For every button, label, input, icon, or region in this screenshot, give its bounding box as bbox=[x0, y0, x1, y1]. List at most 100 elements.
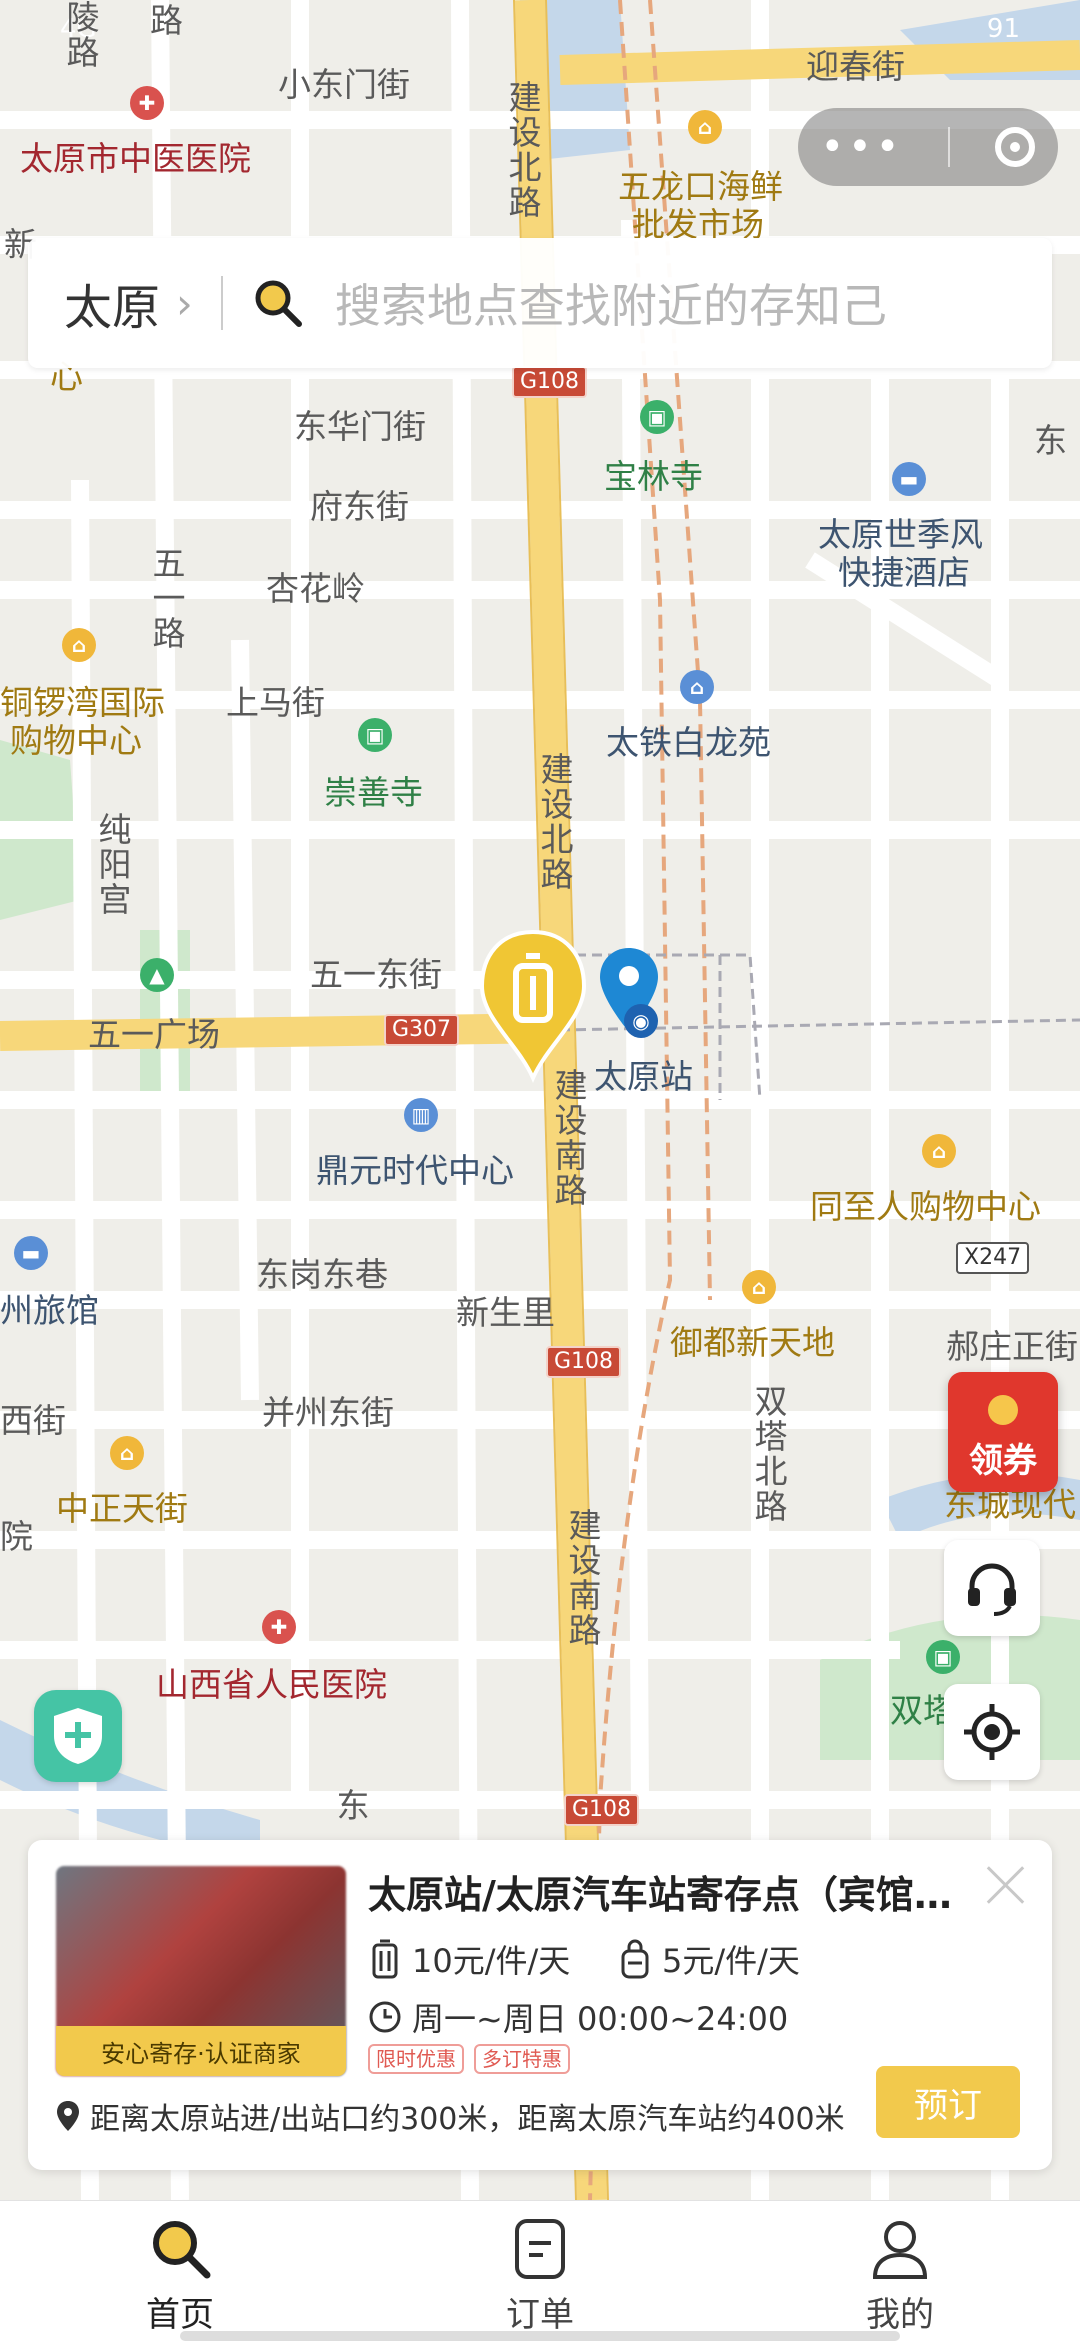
poi-label: 五龙口海鲜 bbox=[618, 167, 783, 206]
poi-label: 宝林寺 bbox=[604, 457, 703, 496]
map-label: 小东门街 bbox=[278, 65, 410, 104]
tab-orders[interactable]: 订单 bbox=[360, 2201, 720, 2341]
poi-label: 铜锣湾国际 bbox=[0, 683, 165, 722]
hospital-icon: ✚ bbox=[262, 1610, 296, 1644]
miniprogram-capsule: ••• bbox=[798, 108, 1058, 186]
poi-label: 太原站 bbox=[594, 1057, 693, 1096]
map-label: 杏花岭 bbox=[266, 569, 365, 608]
shop-icon: ⌂ bbox=[110, 1436, 144, 1470]
map-label: 东岗东巷 bbox=[256, 1255, 388, 1294]
tab-label: 订单 bbox=[506, 2295, 574, 2335]
tab-home[interactable]: 首页 bbox=[0, 2201, 360, 2341]
search-input[interactable]: 搜索地点查找附近的存知己 bbox=[335, 270, 887, 336]
store-address: 距离太原站进/出站口约300米，距离太原汽车站约400米 bbox=[56, 2094, 846, 2138]
headset-icon bbox=[968, 1563, 1016, 1616]
coupon-seal-icon bbox=[988, 1395, 1018, 1425]
coupon-label: 领券 bbox=[969, 1441, 1037, 1481]
close-icon[interactable] bbox=[980, 1860, 1030, 1910]
store-card[interactable]: 安心寄存·认证商家 太原站/太原汽车站寄存点（宾馆前台） 10元/件/天 5元/… bbox=[28, 1840, 1052, 2170]
map-pin-icon bbox=[57, 2101, 79, 2131]
poi-label: 同至人购物中心 bbox=[810, 1187, 1041, 1226]
poi-label: 鼎元时代中心 bbox=[316, 1151, 514, 1190]
road-shield: X247 bbox=[956, 1242, 1030, 1275]
map-label: 建设北路 bbox=[503, 80, 542, 220]
map-label: 建设南路 bbox=[563, 1508, 602, 1648]
more-dots-icon[interactable]: ••• bbox=[821, 124, 904, 170]
shop-icon: ⌂ bbox=[688, 110, 722, 144]
tab-bar: 首页 订单 我的 bbox=[0, 2200, 1080, 2341]
temple-icon: ▣ bbox=[358, 718, 392, 752]
promo-tag: 限时优惠 bbox=[368, 2044, 464, 2074]
clock-icon bbox=[369, 2001, 401, 2033]
search-icon bbox=[153, 2221, 211, 2279]
poi-label: 购物中心 bbox=[10, 721, 142, 760]
map-label: 新生里 bbox=[456, 1293, 555, 1332]
address-text: 距离太原站进/出站口约300米，距离太原汽车站约400米 bbox=[90, 2102, 845, 2137]
poi-label: 州旅馆 bbox=[0, 1291, 99, 1330]
bag-icon bbox=[621, 1939, 649, 1979]
battery-text: 91 bbox=[986, 14, 1020, 44]
map-label: 东华门街 bbox=[294, 407, 426, 446]
poi-label: 御都新天地 bbox=[670, 1323, 835, 1362]
map-label: 上马街 bbox=[226, 683, 325, 722]
park-icon: ▲ bbox=[140, 958, 174, 992]
shield-plus-icon bbox=[54, 1708, 102, 1764]
map-label: 建设北路 bbox=[535, 752, 574, 892]
suitcase-icon bbox=[372, 1939, 398, 1979]
store-title[interactable]: 太原站/太原汽车站寄存点（宾馆前台） bbox=[368, 1864, 968, 1919]
tab-label: 我的 bbox=[866, 2295, 934, 2335]
promo-tags: 限时优惠 多订特惠 bbox=[368, 2044, 570, 2074]
map-label: 并州东街 bbox=[262, 1393, 394, 1432]
city-selector[interactable]: 太原 bbox=[64, 268, 160, 338]
residence-icon: ⌂ bbox=[680, 670, 714, 704]
user-icon bbox=[872, 2221, 928, 2279]
map-label: 五一东街 bbox=[310, 955, 442, 994]
map-label: 东 bbox=[331, 1788, 370, 1823]
map-label: 迎春街 bbox=[806, 47, 905, 86]
poi-label: 山西省人民医院 bbox=[156, 1665, 387, 1704]
target-ring-icon[interactable] bbox=[995, 127, 1036, 167]
poi-label: 太原市中医医院 bbox=[20, 139, 251, 178]
hotel-icon: ▬ bbox=[892, 462, 926, 496]
certified-badge: 安心寄存·认证商家 bbox=[56, 2026, 346, 2076]
poi-label: 崇善寺 bbox=[324, 773, 423, 812]
map-label: 五一广场 bbox=[88, 1015, 220, 1054]
capsule-divider bbox=[948, 127, 951, 167]
small-luggage-price: 5元/件/天 bbox=[618, 1936, 800, 1982]
building-icon: ▥ bbox=[404, 1098, 438, 1132]
chevron-right-icon: › bbox=[176, 278, 193, 328]
shop-icon: ⌂ bbox=[922, 1134, 956, 1168]
poi-label: 太原世季风 bbox=[818, 515, 983, 554]
small-price-text: 5元/件/天 bbox=[662, 1942, 800, 1980]
opening-hours: 周一~周日 00:00~24:00 bbox=[368, 1994, 788, 2040]
poi-label: 中正天街 bbox=[56, 1489, 188, 1528]
poi-label: 快捷酒店 bbox=[838, 553, 970, 592]
large-luggage-price: 10元/件/天 bbox=[368, 1936, 570, 1982]
security-button[interactable] bbox=[34, 1690, 122, 1782]
customer-service-button[interactable] bbox=[944, 1540, 1040, 1636]
large-price-text: 10元/件/天 bbox=[412, 1942, 571, 1980]
order-icon bbox=[515, 2219, 565, 2279]
map-label: 院 bbox=[0, 1517, 33, 1556]
highway-shield: G108 bbox=[546, 1346, 622, 1379]
map-view[interactable]: 4G 91 陵路 路 小东门街 迎春街 ✚ 太原市中医医院 ⌂ 五龙口海鲜 批发… bbox=[0, 0, 1080, 2200]
map-label: 郝庄正街 bbox=[946, 1327, 1078, 1366]
temple-icon: ▣ bbox=[640, 400, 674, 434]
poi-label: 东城现代 bbox=[944, 1485, 1076, 1524]
storage-marker-icon[interactable] bbox=[478, 926, 588, 1086]
tab-mine[interactable]: 我的 bbox=[720, 2201, 1080, 2341]
search-divider bbox=[220, 276, 223, 330]
highway-shield: G108 bbox=[564, 1794, 640, 1827]
hospital-icon: ✚ bbox=[130, 86, 164, 120]
train-icon: ◉ bbox=[624, 1004, 658, 1038]
highway-shield: G108 bbox=[512, 366, 588, 399]
map-label: 双塔北路 bbox=[749, 1384, 788, 1524]
locate-button[interactable] bbox=[944, 1684, 1040, 1780]
crosshair-icon bbox=[964, 1704, 1020, 1760]
shop-icon: ⌂ bbox=[62, 628, 96, 662]
hotel-icon: ▬ bbox=[14, 1236, 48, 1270]
book-button[interactable]: 预订 bbox=[876, 2066, 1020, 2138]
coupon-button[interactable]: 领券 bbox=[948, 1372, 1058, 1492]
search-bar[interactable]: 太原 › 搜索地点查找附近的存知己 bbox=[28, 238, 1052, 368]
map-label: 建设南路 bbox=[549, 1068, 588, 1208]
